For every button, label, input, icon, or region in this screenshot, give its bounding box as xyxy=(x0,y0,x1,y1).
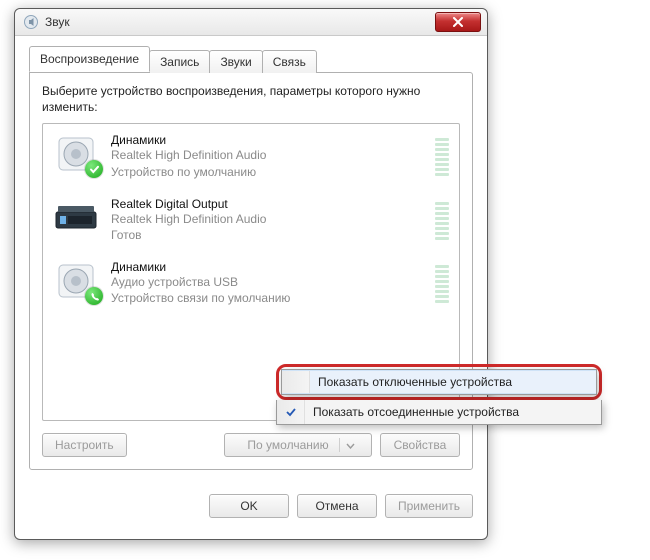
device-item[interactable]: Realtek Digital Output Realtek High Defi… xyxy=(43,188,459,251)
speaker-icon xyxy=(51,259,101,303)
phone-badge-icon xyxy=(85,287,103,305)
menu-show-disabled[interactable]: Показать отключенные устройства xyxy=(282,370,596,394)
context-menu: Показать отключенные устройства Показать… xyxy=(276,364,602,425)
close-button[interactable] xyxy=(435,12,481,32)
check-badge-icon xyxy=(85,160,103,178)
device-driver: Realtek High Definition Audio xyxy=(111,211,425,227)
device-status: Устройство связи по умолчанию xyxy=(111,290,425,306)
tab-playback[interactable]: Воспроизведение xyxy=(29,46,150,72)
instruction-text: Выберите устройство воспроизведения, пар… xyxy=(42,83,460,115)
device-item[interactable]: Динамики Аудио устройства USB Устройство… xyxy=(43,251,459,314)
check-gutter xyxy=(282,371,310,393)
level-meter xyxy=(435,134,449,176)
sound-icon xyxy=(23,14,39,30)
speaker-icon xyxy=(51,132,101,176)
configure-button[interactable]: Настроить xyxy=(42,433,127,457)
device-item[interactable]: Динамики Realtek High Definition Audio У… xyxy=(43,124,459,187)
highlight-box: Показать отключенные устройства xyxy=(276,364,602,400)
tab-communications[interactable]: Связь xyxy=(262,50,317,73)
apply-button[interactable]: Применить xyxy=(385,494,473,518)
tab-recording[interactable]: Запись xyxy=(149,50,210,73)
tab-sounds[interactable]: Звуки xyxy=(209,50,262,73)
panel-button-row: Настроить По умолчанию Свойства xyxy=(42,433,460,457)
window-title: Звук xyxy=(45,15,435,29)
cancel-button[interactable]: Отмена xyxy=(297,494,377,518)
device-name: Динамики xyxy=(111,260,425,274)
level-meter xyxy=(435,261,449,303)
set-default-label: По умолчанию xyxy=(247,438,328,452)
device-driver: Аудио устройства USB xyxy=(111,274,425,290)
ok-button[interactable]: OK xyxy=(209,494,289,518)
device-driver: Realtek High Definition Audio xyxy=(111,147,425,163)
properties-button[interactable]: Свойства xyxy=(380,433,460,457)
device-name: Динамики xyxy=(111,133,425,147)
dialog-button-row: OK Отмена Применить xyxy=(15,482,487,518)
device-status: Готов xyxy=(111,227,425,243)
spdif-icon xyxy=(51,196,101,240)
device-name: Realtek Digital Output xyxy=(111,197,425,211)
sound-dialog: Звук Воспроизведение Запись Звуки Связь … xyxy=(14,8,488,540)
chevron-down-icon xyxy=(339,438,355,452)
menu-show-disconnected[interactable]: Показать отсоединенные устройства xyxy=(277,400,601,424)
tab-strip: Воспроизведение Запись Звуки Связь xyxy=(29,48,473,72)
level-meter xyxy=(435,198,449,240)
menu-item-label: Показать отключенные устройства xyxy=(318,375,512,389)
set-default-dropdown[interactable]: По умолчанию xyxy=(224,433,372,457)
titlebar[interactable]: Звук xyxy=(15,9,487,36)
device-status: Устройство по умолчанию xyxy=(111,164,425,180)
check-gutter xyxy=(277,400,305,424)
menu-item-label: Показать отсоединенные устройства xyxy=(313,405,519,419)
